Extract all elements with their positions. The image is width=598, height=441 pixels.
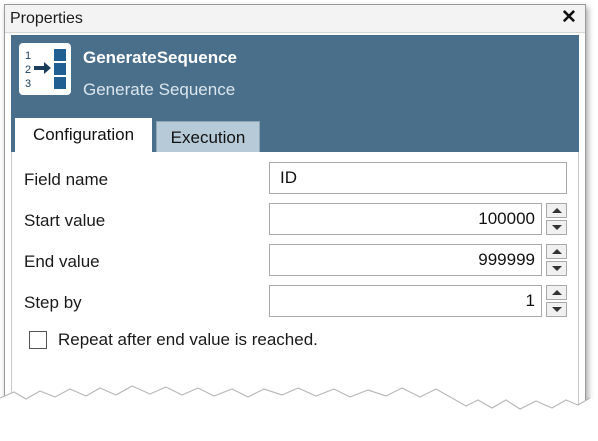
svg-text:2: 2 xyxy=(25,64,31,76)
title-bar: Properties ✕ xyxy=(5,5,585,33)
step-by-input[interactable] xyxy=(269,285,542,317)
svg-text:3: 3 xyxy=(25,78,31,90)
start-value-increment-button[interactable] xyxy=(546,203,567,218)
svg-text:1: 1 xyxy=(25,50,31,62)
start-value-decrement-button[interactable] xyxy=(546,220,567,235)
field-name-input[interactable] xyxy=(269,162,567,194)
field-name-label: Field name xyxy=(24,170,109,189)
start-value-stepper xyxy=(546,203,567,235)
tool-header: 1 2 3 GenerateSequence Generate Sequence… xyxy=(11,35,579,152)
tool-description: Generate Sequence xyxy=(83,80,236,99)
start-value-label: Start value xyxy=(24,211,106,230)
end-value-increment-button[interactable] xyxy=(546,244,567,259)
tab-execution[interactable]: Execution xyxy=(156,121,260,152)
end-value-label: End value xyxy=(24,252,100,271)
step-by-stepper xyxy=(546,285,567,317)
generate-sequence-icon: 1 2 3 xyxy=(19,43,71,95)
repeat-checkbox[interactable] xyxy=(29,331,47,349)
properties-window: Properties ✕ 1 2 3 GenerateSequence Gene… xyxy=(4,4,586,416)
repeat-checkbox-label: Repeat after end value is reached. xyxy=(58,330,318,349)
end-value-input[interactable] xyxy=(269,244,542,276)
tool-name: GenerateSequence xyxy=(83,48,238,67)
step-by-decrement-button[interactable] xyxy=(546,302,567,317)
end-value-stepper xyxy=(546,244,567,276)
start-value-input[interactable] xyxy=(269,203,542,235)
tab-configuration[interactable]: Configuration xyxy=(15,118,152,152)
step-by-label: Step by xyxy=(24,293,82,312)
end-value-decrement-button[interactable] xyxy=(546,261,567,276)
step-by-increment-button[interactable] xyxy=(546,285,567,300)
configuration-panel: Field name Start value End value Step by… xyxy=(11,152,579,415)
window-title: Properties xyxy=(10,10,83,27)
close-button[interactable]: ✕ xyxy=(558,7,580,29)
